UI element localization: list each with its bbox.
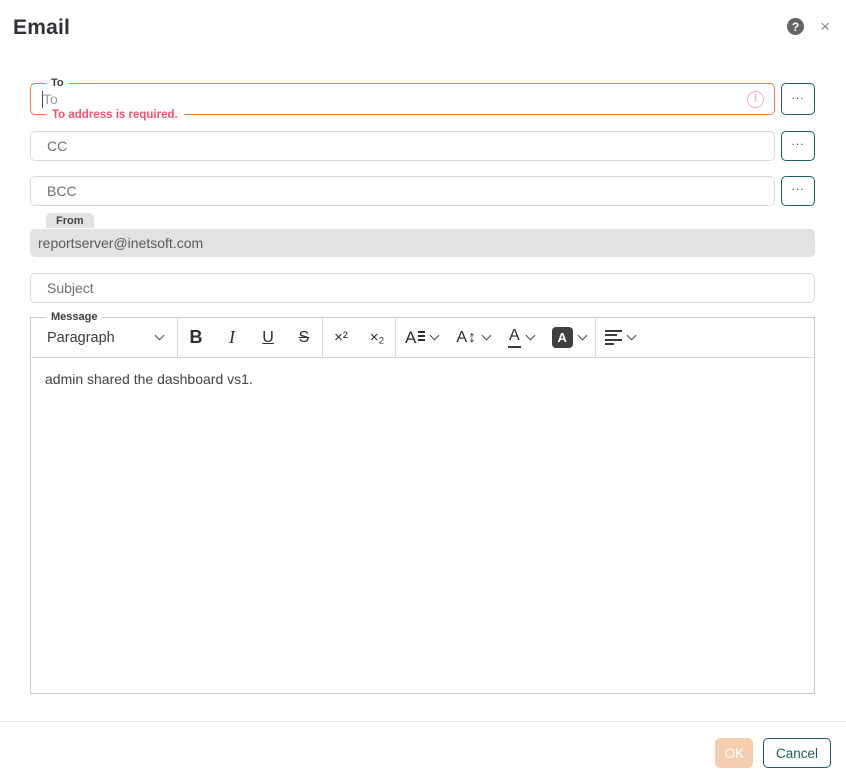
chevron-down-icon <box>626 331 636 341</box>
subject-row <box>30 273 815 303</box>
message-field-label: Message <box>46 311 102 324</box>
cancel-button[interactable]: Cancel <box>763 738 831 768</box>
font-size-icon: A↕ <box>456 329 477 347</box>
underline-button[interactable]: U <box>250 318 286 357</box>
dialog-title: Email <box>13 16 70 40</box>
strikethrough-button[interactable]: S <box>286 318 322 357</box>
font-color-icon: A <box>508 328 521 348</box>
text-align-dropdown[interactable] <box>596 318 644 357</box>
chevron-down-icon <box>482 331 492 341</box>
paragraph-style-label: Paragraph <box>47 330 115 346</box>
text-cursor <box>42 91 43 108</box>
font-family-icon-lines <box>418 329 425 341</box>
message-body-input[interactable]: admin shared the dashboard vs1. <box>31 358 814 693</box>
bcc-row: ... <box>30 176 815 206</box>
cc-browse-button[interactable]: ... <box>781 131 815 161</box>
italic-button[interactable]: I <box>214 318 250 357</box>
superscript-button[interactable]: ×² <box>323 318 359 357</box>
align-left-icon <box>605 330 622 346</box>
bcc-input[interactable] <box>30 176 775 206</box>
header-icons: ? × <box>787 18 830 35</box>
to-row: To ! To address is required. ... <box>30 83 815 115</box>
from-block: From reportserver@inetsoft.com <box>30 211 815 257</box>
bold-button[interactable]: B <box>178 318 214 357</box>
background-color-icon: A <box>552 327 573 348</box>
editor-toolbar: Paragraph B I U S ×² ×₂ A <box>31 318 814 358</box>
from-field-label: From <box>46 213 94 228</box>
font-family-icon: A <box>405 329 425 346</box>
to-browse-button[interactable]: ... <box>781 83 815 115</box>
to-error-message: To address is required. <box>46 108 184 122</box>
email-dialog: Email ? × To ! To address is required. .… <box>0 0 846 775</box>
chevron-down-icon <box>577 331 587 341</box>
font-family-dropdown[interactable]: A <box>396 318 447 357</box>
help-icon[interactable]: ? <box>787 18 804 35</box>
to-field-outline: To ! To address is required. <box>30 83 775 115</box>
dialog-body: To ! To address is required. ... ... ...… <box>0 83 846 694</box>
bcc-browse-button[interactable]: ... <box>781 176 815 206</box>
dialog-header: Email ? × <box>0 0 846 40</box>
chevron-down-icon <box>155 331 165 341</box>
subscript-button[interactable]: ×₂ <box>359 318 395 357</box>
background-color-dropdown[interactable]: A <box>543 318 595 357</box>
cc-row: ... <box>30 131 815 161</box>
chevron-down-icon <box>430 331 440 341</box>
subject-input[interactable] <box>30 273 815 303</box>
close-icon[interactable]: × <box>820 18 830 35</box>
cc-input[interactable] <box>30 131 775 161</box>
dialog-footer: OK Cancel <box>0 722 846 768</box>
ok-button[interactable]: OK <box>715 738 753 768</box>
message-editor: Message Paragraph B I U S ×² ×₂ A <box>30 317 815 694</box>
chevron-down-icon <box>525 331 535 341</box>
font-color-dropdown[interactable]: A <box>499 318 543 357</box>
to-field-label: To <box>46 77 69 90</box>
from-field-value: reportserver@inetsoft.com <box>30 229 815 257</box>
error-icon: ! <box>747 91 764 108</box>
font-size-dropdown[interactable]: A↕ <box>447 318 499 357</box>
